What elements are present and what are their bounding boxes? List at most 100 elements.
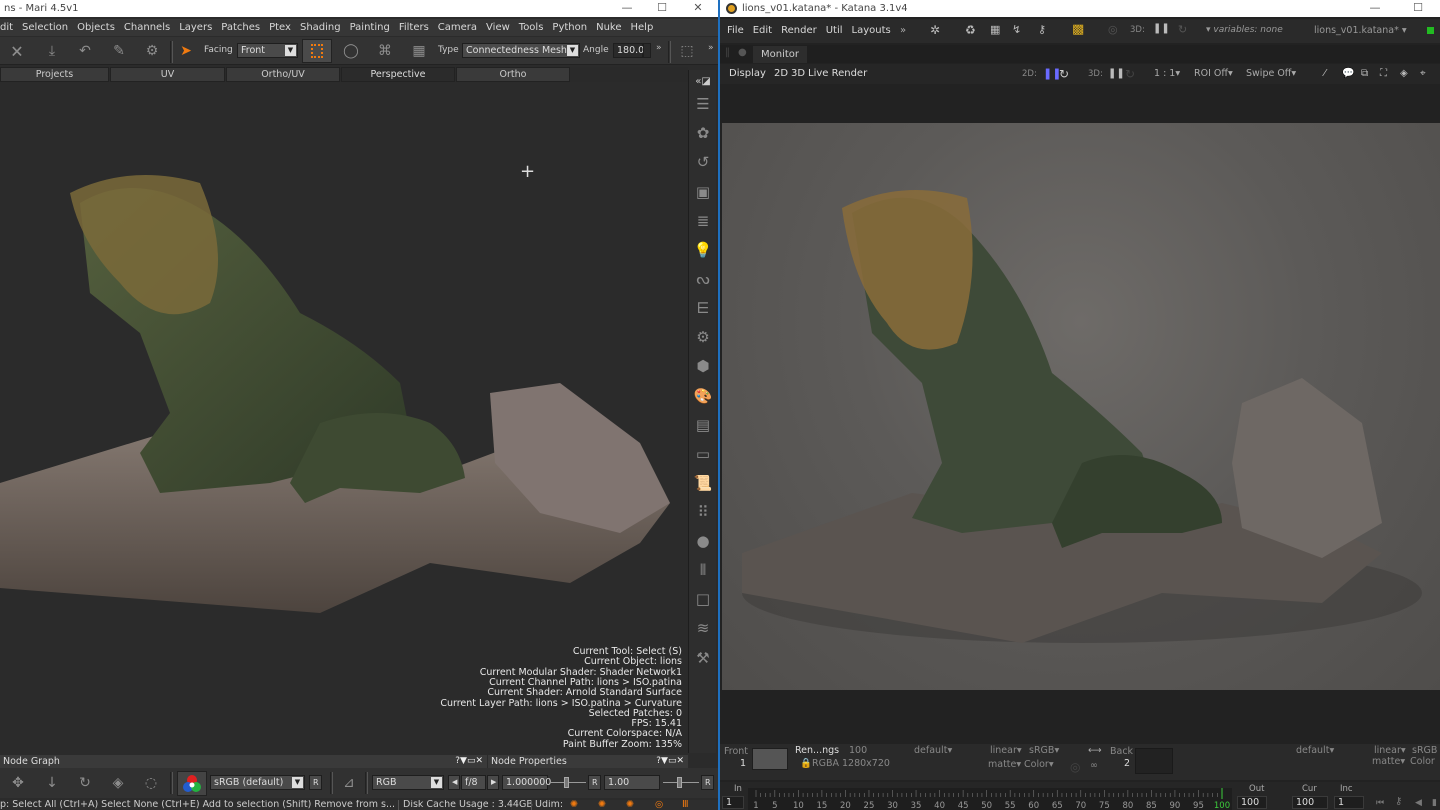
udim-gear-icon[interactable]: ✺ bbox=[598, 800, 606, 810]
lightbulb-icon[interactable]: 💡 bbox=[693, 240, 713, 260]
collapse-icon[interactable]: «◪ bbox=[693, 72, 713, 92]
transform-gizmo-icon[interactable]: ◈ bbox=[109, 774, 127, 792]
image-grid-icon[interactable]: ▤ bbox=[693, 415, 713, 435]
perspective-viewport[interactable]: + Current Tool: Select (S) Current Object… bbox=[0, 83, 688, 753]
menu-item[interactable]: Filters bbox=[399, 22, 429, 33]
maximize-button[interactable]: ☐ bbox=[647, 0, 677, 17]
maximize-button[interactable]: ☐ bbox=[1403, 0, 1433, 17]
menu-item[interactable]: Layouts bbox=[852, 25, 891, 36]
preferences-gear-icon[interactable]: ✲ bbox=[930, 23, 940, 37]
front-thumbnail[interactable] bbox=[752, 748, 788, 770]
color-management-button[interactable] bbox=[177, 771, 207, 796]
comment-icon[interactable]: 💬 bbox=[1342, 64, 1354, 84]
channels-icon[interactable]: ⋿ bbox=[693, 298, 713, 318]
udim-gear-icon[interactable]: ✺ bbox=[570, 800, 578, 810]
recycle-icon[interactable]: ♻ bbox=[965, 23, 976, 37]
back-thumbnail[interactable] bbox=[1135, 748, 1173, 774]
shader-icon[interactable]: ▣ bbox=[693, 182, 713, 202]
back-linear-dropdown[interactable]: linear▾ bbox=[1374, 745, 1406, 756]
move-icon[interactable]: ✥ bbox=[9, 774, 27, 792]
udim-gear-icon[interactable]: ✺ bbox=[626, 800, 634, 810]
curve-icon[interactable]: ⊿ bbox=[340, 774, 358, 792]
back-color-dropdown[interactable]: Color bbox=[1410, 756, 1435, 767]
menu-item[interactable]: Selection bbox=[22, 22, 68, 33]
facing-select[interactable]: Front ▼ bbox=[237, 43, 298, 58]
pen-icon[interactable]: ⁄ bbox=[1324, 64, 1326, 84]
spheres-icon[interactable]: ● bbox=[693, 531, 713, 551]
down-arrow-icon[interactable]: ↓ bbox=[43, 774, 61, 792]
stamp-icon[interactable]: ✎ bbox=[110, 42, 128, 60]
tab-perspective[interactable]: Perspective bbox=[341, 67, 455, 82]
tab-monitor[interactable]: Monitor bbox=[753, 46, 807, 63]
tab-grip-icon[interactable]: ‖ bbox=[725, 47, 730, 58]
download-icon[interactable]: ⤓ bbox=[43, 42, 61, 60]
tools-settings-icon[interactable]: ⚒ bbox=[693, 648, 713, 668]
menu-item[interactable]: File bbox=[727, 25, 744, 36]
monitor-viewport[interactable] bbox=[722, 84, 1440, 744]
udim-target-icon[interactable]: ◎ bbox=[655, 800, 663, 810]
gain-slider-handle[interactable] bbox=[564, 777, 569, 788]
swirl-icon[interactable]: ◎ bbox=[1070, 760, 1080, 774]
node-icon[interactable]: ᔓ bbox=[693, 269, 713, 289]
back-matte-dropdown[interactable]: matte▾ bbox=[1372, 756, 1405, 767]
menu-item[interactable]: Help bbox=[631, 22, 654, 33]
gamma-slider[interactable] bbox=[663, 777, 699, 788]
menu-item[interactable]: Channels bbox=[124, 22, 170, 33]
overflow-icon[interactable]: » bbox=[656, 43, 662, 53]
layers-icon[interactable]: ☰ bbox=[693, 94, 713, 114]
colorspace-reset-button[interactable]: R bbox=[309, 775, 322, 790]
live-render-icon[interactable]: ◎ bbox=[1108, 23, 1118, 36]
3d-refresh-icon[interactable]: ↻ bbox=[1178, 23, 1187, 36]
3d-pause-icon[interactable]: ❚❚ bbox=[1108, 64, 1125, 84]
variables-dropdown[interactable]: ▾ variables: none bbox=[1206, 25, 1283, 35]
select-arrow-icon[interactable]: ➤ bbox=[177, 42, 195, 60]
close-button[interactable]: ✕ bbox=[683, 0, 713, 17]
gamma-input[interactable]: 1.00 bbox=[604, 775, 660, 790]
scroll-icon[interactable]: 📜 bbox=[693, 473, 713, 493]
out-field[interactable]: 100 bbox=[1237, 796, 1267, 809]
back-srgb-dropdown[interactable]: sRGB bbox=[1412, 745, 1437, 756]
swap-icon[interactable]: ⟷ bbox=[1088, 745, 1102, 756]
monitor-menu-item[interactable]: 2D bbox=[774, 64, 788, 84]
front-color-dropdown[interactable]: Color▾ bbox=[1024, 759, 1054, 770]
mesh-select-icon[interactable]: ▦ bbox=[410, 42, 428, 60]
menu-item[interactable]: Ptex bbox=[269, 22, 291, 33]
front-matte-dropdown[interactable]: matte▾ bbox=[988, 759, 1021, 770]
2d-refresh-icon[interactable]: ↻ bbox=[1059, 64, 1069, 84]
crosshair-icon[interactable]: ⌖ bbox=[1420, 64, 1426, 84]
menu-item[interactable]: Nuke bbox=[596, 22, 621, 33]
fstop-decrease-button[interactable]: ◀ bbox=[448, 775, 460, 790]
palette-icon[interactable]: 🎨 bbox=[693, 386, 713, 406]
shelf-icon[interactable]: ⫴ bbox=[693, 560, 713, 580]
menu-item[interactable]: Camera bbox=[438, 22, 477, 33]
overflow-icon[interactable]: » bbox=[708, 43, 714, 53]
minimize-button[interactable]: — bbox=[612, 0, 642, 17]
clapper-icon[interactable]: ▦ bbox=[990, 23, 1000, 36]
tab-uv[interactable]: UV bbox=[110, 67, 225, 82]
monitor-menu-item[interactable]: Live Render bbox=[808, 64, 867, 84]
monitor-menu-item[interactable]: 3D bbox=[791, 64, 805, 84]
settings-icon[interactable]: ⚙ bbox=[143, 42, 161, 60]
panel-controls[interactable]: ?▼▭✕ bbox=[656, 755, 684, 768]
cube-icon[interactable]: ⬚ bbox=[678, 42, 696, 60]
lock-icon[interactable]: 🔒 bbox=[800, 758, 812, 769]
render-icon[interactable]: ▩ bbox=[1072, 22, 1084, 37]
stack-icon[interactable]: ≋ bbox=[693, 618, 713, 638]
front-linear-dropdown[interactable]: linear▾ bbox=[990, 745, 1022, 756]
step-back-icon[interactable]: ◀ bbox=[1415, 798, 1422, 808]
frame-icon[interactable]: □ bbox=[693, 589, 713, 609]
menu-item[interactable]: Render bbox=[781, 25, 817, 36]
patches-icon[interactable]: ⠿ bbox=[693, 502, 713, 522]
menu-item[interactable]: Painting bbox=[350, 22, 390, 33]
menu-item[interactable]: Util bbox=[826, 25, 843, 36]
flower-icon[interactable]: ✿ bbox=[693, 123, 713, 143]
front-lut-dropdown[interactable]: default▾ bbox=[914, 745, 952, 756]
list-icon[interactable]: ≣ bbox=[693, 211, 713, 231]
rect-select-button[interactable] bbox=[302, 39, 332, 63]
overlay-icon[interactable]: ⧉ bbox=[1361, 64, 1368, 84]
gamma-slider-handle[interactable] bbox=[677, 777, 682, 788]
swipe-dropdown[interactable]: Swipe Off▾ bbox=[1246, 64, 1296, 84]
menu-item[interactable]: View bbox=[486, 22, 510, 33]
monitor-menu-item[interactable]: Display bbox=[729, 64, 766, 84]
cur-field[interactable]: 100 bbox=[1292, 796, 1328, 809]
